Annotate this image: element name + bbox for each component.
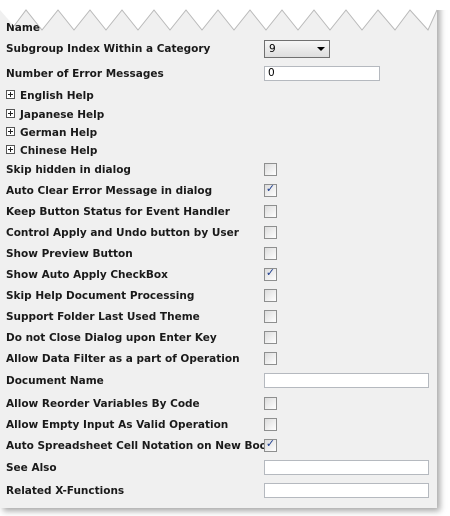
see-also-input[interactable] <box>264 460 429 475</box>
subgroup-select[interactable]: 9 <box>264 40 330 58</box>
keep-button-status-checkbox[interactable] <box>264 205 277 218</box>
error-messages-label: Number of Error Messages <box>6 68 164 80</box>
auto-spreadsheet-notation-checkbox[interactable]: ✓ <box>264 437 277 452</box>
show-preview-checkbox[interactable] <box>264 247 277 260</box>
dropdown-arrow-icon <box>317 47 325 51</box>
option-label: Auto Spreadsheet Cell Notation on New Bo… <box>6 440 274 452</box>
property-panel: Name Subgroup Index Within a Category 9 … <box>0 0 450 508</box>
checkmark-icon: ✓ <box>265 266 276 279</box>
option-row: Keep Button Status for Event Handler <box>6 203 436 221</box>
option-row: Allow Empty Input As Valid Operation <box>6 416 436 434</box>
option-label: Show Preview Button <box>6 248 133 260</box>
document-name-row: Document Name <box>6 372 436 390</box>
option-row: Auto Clear Error Message in dialog ✓ <box>6 182 436 200</box>
subgroup-value: 9 <box>269 43 276 55</box>
checkmark-icon: ✓ <box>265 437 276 450</box>
auto-clear-error-checkbox[interactable]: ✓ <box>264 182 277 197</box>
option-label: Auto Clear Error Message in dialog <box>6 185 213 197</box>
torn-edge-decoration <box>0 0 450 31</box>
option-row: Skip hidden in dialog <box>6 161 436 179</box>
allow-empty-input-checkbox[interactable] <box>264 418 277 431</box>
option-row: Do not Close Dialog upon Enter Key <box>6 329 436 347</box>
allow-data-filter-checkbox[interactable] <box>264 352 277 365</box>
option-label: Skip Help Document Processing <box>6 290 195 302</box>
option-label: Show Auto Apply CheckBox <box>6 269 168 281</box>
control-apply-undo-checkbox[interactable] <box>264 226 277 239</box>
allow-reorder-checkbox[interactable] <box>264 397 277 410</box>
option-row: Show Preview Button <box>6 245 436 263</box>
document-name-input[interactable] <box>264 373 429 388</box>
german-help-label: German Help <box>20 127 98 139</box>
option-row: Skip Help Document Processing <box>6 287 436 305</box>
option-label: Skip hidden in dialog <box>6 164 131 176</box>
german-help-group[interactable]: German Help <box>6 124 436 142</box>
subgroup-label: Subgroup Index Within a Category <box>6 43 211 55</box>
related-row: Related X-Functions <box>6 482 436 500</box>
chinese-help-label: Chinese Help <box>20 145 98 157</box>
expand-plus-icon[interactable] <box>6 109 15 118</box>
see-also-row: See Also <box>6 459 436 477</box>
option-row: Allow Reorder Variables By Code <box>6 395 436 413</box>
option-label: Allow Reorder Variables By Code <box>6 398 200 410</box>
option-label: Keep Button Status for Event Handler <box>6 206 230 218</box>
support-folder-theme-checkbox[interactable] <box>264 310 277 323</box>
option-label: Allow Data Filter as a part of Operation <box>6 353 240 365</box>
english-help-label: English Help <box>20 90 94 102</box>
no-close-on-enter-checkbox[interactable] <box>264 331 277 344</box>
error-messages-row: Number of Error Messages 0 <box>6 65 436 83</box>
option-row: Show Auto Apply CheckBox ✓ <box>6 266 436 284</box>
option-row: Auto Spreadsheet Cell Notation on New Bo… <box>6 437 436 455</box>
skip-help-doc-checkbox[interactable] <box>264 289 277 302</box>
expand-plus-icon[interactable] <box>6 90 15 99</box>
error-messages-input[interactable]: 0 <box>264 66 380 81</box>
option-row: Allow Data Filter as a part of Operation <box>6 350 436 368</box>
option-label: Do not Close Dialog upon Enter Key <box>6 332 217 344</box>
related-label: Related X-Functions <box>6 485 125 497</box>
japanese-help-group[interactable]: Japanese Help <box>6 106 436 124</box>
checkmark-icon: ✓ <box>265 182 276 195</box>
english-help-group[interactable]: English Help <box>6 87 436 105</box>
skip-hidden-checkbox[interactable] <box>264 163 277 176</box>
related-input[interactable] <box>264 483 429 498</box>
show-auto-apply-checkbox[interactable]: ✓ <box>264 266 277 281</box>
chinese-help-group[interactable]: Chinese Help <box>6 142 436 160</box>
option-label: Support Folder Last Used Theme <box>6 311 200 323</box>
see-also-label: See Also <box>6 462 57 474</box>
expand-plus-icon[interactable] <box>6 127 15 136</box>
option-row: Control Apply and Undo button by User <box>6 224 436 242</box>
option-label: Control Apply and Undo button by User <box>6 227 239 239</box>
option-row: Support Folder Last Used Theme <box>6 308 436 326</box>
expand-plus-icon[interactable] <box>6 145 15 154</box>
document-name-label: Document Name <box>6 375 104 387</box>
option-label: Allow Empty Input As Valid Operation <box>6 419 229 431</box>
subgroup-row: Subgroup Index Within a Category 9 <box>6 40 436 58</box>
japanese-help-label: Japanese Help <box>20 109 105 121</box>
